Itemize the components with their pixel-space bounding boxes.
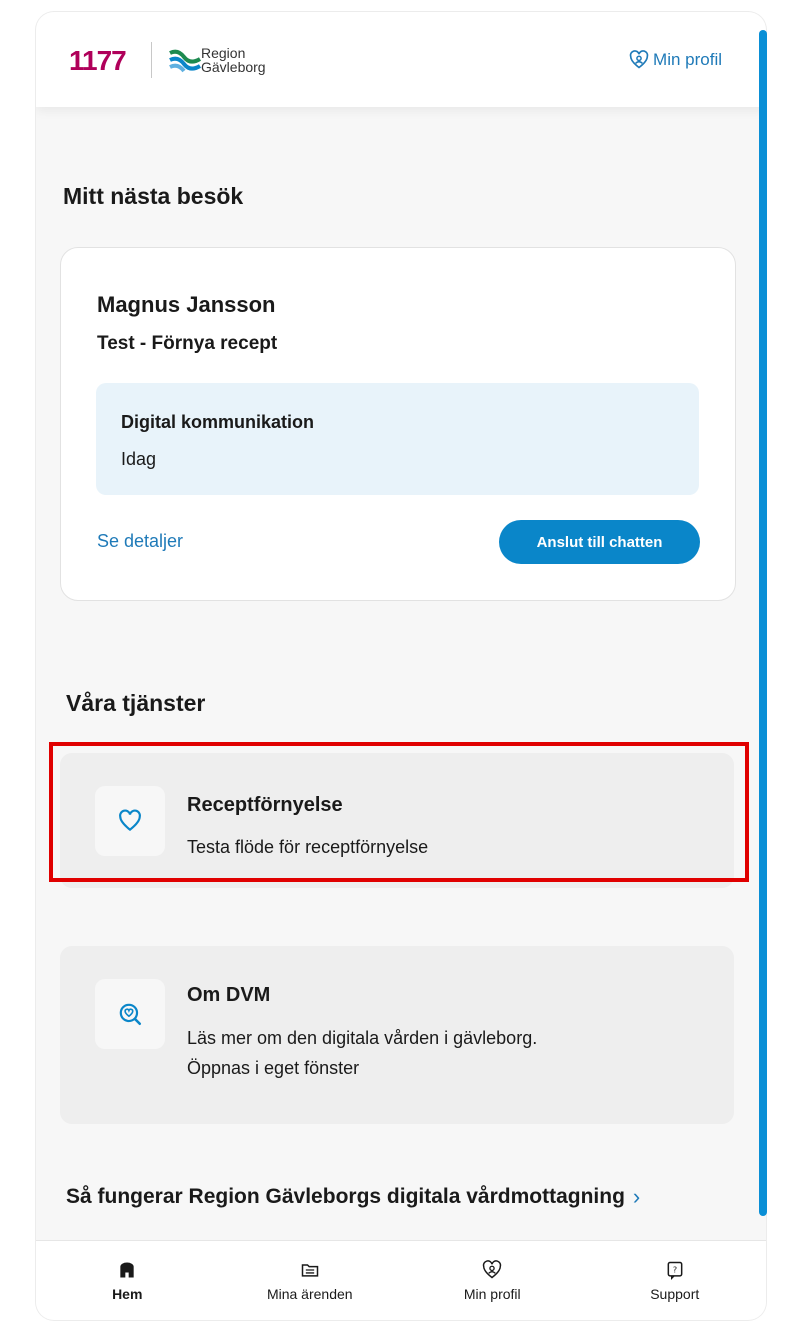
home-icon	[120, 1262, 134, 1278]
logo-1177: 1177	[69, 45, 127, 76]
service-icon-box	[95, 979, 165, 1049]
header-profile-label: Min profil	[653, 50, 722, 69]
next-visit-title: Mitt nästa besök	[63, 183, 244, 209]
header-profile-link[interactable]: Min profil	[629, 50, 722, 70]
service-prescription-renewal[interactable]: Receptförnyelse Testa flöde för receptfö…	[60, 753, 734, 888]
search-heart-icon	[119, 1003, 142, 1026]
service-description: Testa flöde för receptförnyelse	[187, 837, 429, 857]
help-icon: ?	[667, 1261, 683, 1280]
service-description-line1: Läs mer om den digitala vården i gävlebo…	[187, 1028, 538, 1048]
how-it-works-label: Så fungerar Region Gävleborgs digitala v…	[66, 1185, 625, 1208]
see-details-link[interactable]: Se detaljer	[97, 531, 183, 552]
app-frame: 1177 Region Gävleborg Min profil Mitt nä…	[36, 12, 766, 1320]
next-visit-card: Magnus Jansson Test - Förnya recept Digi…	[60, 247, 736, 601]
region-line1: Region	[201, 45, 246, 61]
caregiver-name: Magnus Jansson	[97, 292, 276, 317]
logo-divider	[151, 42, 152, 78]
nav-label: Hem	[112, 1286, 143, 1302]
nav-item-support[interactable]: ? Support	[584, 1241, 767, 1320]
join-chat-button[interactable]: Anslut till chatten	[499, 520, 700, 564]
profile-icon	[483, 1260, 502, 1279]
visit-subject: Test - Förnya recept	[97, 333, 278, 354]
nav-item-hem[interactable]: Hem	[36, 1241, 219, 1320]
service-description: Läs mer om den digitala vården i gävlebo…	[187, 1023, 537, 1083]
nav-item-mina-arenden[interactable]: Mina ärenden	[219, 1241, 402, 1320]
visit-type: Digital kommunikation	[121, 412, 315, 432]
nav-label: Mina ärenden	[266, 1286, 353, 1302]
service-title: Om DVM	[187, 984, 271, 1006]
service-icon-box	[95, 786, 165, 856]
nav-item-min-profil[interactable]: Min profil	[401, 1241, 584, 1320]
visit-when: Idag	[121, 449, 157, 469]
service-om-dvm[interactable]: Om DVM Läs mer om den digitala vården i …	[60, 946, 734, 1124]
nav-label: Support	[650, 1286, 700, 1302]
services-title: Våra tjänster	[66, 690, 206, 716]
visit-info-box: Digital kommunikation Idag	[96, 383, 699, 495]
top-header: 1177 Region Gävleborg Min profil	[36, 12, 766, 107]
chevron-right-icon: ›	[632, 1184, 641, 1209]
profile-icon	[629, 50, 649, 69]
heart-icon	[119, 809, 141, 832]
nav-label: Min profil	[463, 1286, 521, 1302]
service-description-line2: Öppnas i eget fönster	[187, 1058, 360, 1078]
region-name: Region Gävleborg	[201, 46, 266, 74]
how-it-works-link[interactable]: Så fungerar Region Gävleborgs digitala v…	[66, 1184, 640, 1210]
bottom-navigation: Hem Mina ärenden Min profil ? Support	[36, 1240, 766, 1320]
scrollbar[interactable]	[759, 30, 767, 1216]
svg-text:?: ?	[673, 1265, 677, 1275]
region-line2: Gävleborg	[201, 59, 266, 75]
folder-icon	[301, 1264, 318, 1277]
region-gavleborg-logo-icon	[169, 49, 202, 73]
service-title: Receptförnyelse	[187, 794, 343, 816]
